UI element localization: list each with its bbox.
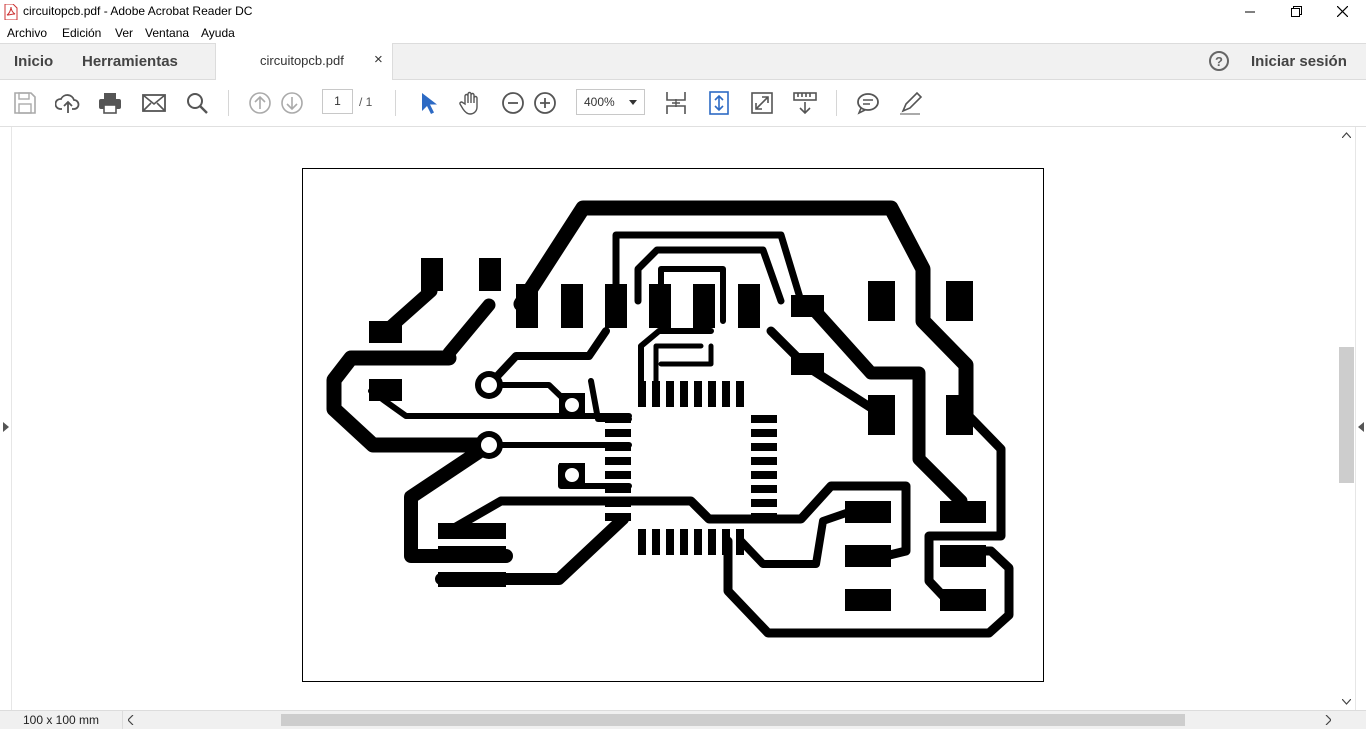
menu-ayuda[interactable]: Ayuda — [201, 26, 235, 40]
restore-button[interactable] — [1273, 0, 1319, 23]
help-button[interactable]: ? — [1209, 51, 1229, 71]
page-total: / 1 — [359, 95, 373, 109]
email-icon[interactable] — [141, 90, 167, 116]
full-screen-icon[interactable] — [749, 90, 775, 116]
zoom-in-icon[interactable] — [532, 90, 558, 116]
tabs-bar: Inicio Herramientas circuitopcb.pdf × ? … — [0, 43, 1366, 80]
horizontal-scroll-thumb[interactable] — [281, 714, 1185, 726]
pdf-app-icon — [4, 4, 18, 20]
scroll-left-icon[interactable] — [128, 715, 134, 725]
menu-edicion[interactable]: Edición — [62, 26, 101, 40]
hand-tool-icon[interactable] — [457, 90, 483, 116]
pen-icon[interactable] — [898, 90, 924, 116]
menu-bar: Archivo Edición Ver Ventana Ayuda — [0, 23, 1366, 43]
print-icon[interactable] — [97, 90, 123, 116]
toolbar-separator — [228, 90, 229, 116]
select-arrow-icon[interactable] — [414, 90, 440, 116]
read-mode-icon[interactable] — [792, 90, 818, 116]
right-panel-toggle[interactable] — [1355, 127, 1366, 710]
scroll-down-icon[interactable] — [1342, 699, 1351, 705]
chevron-down-icon — [629, 100, 637, 105]
expand-left-icon — [3, 422, 9, 432]
zoom-select[interactable]: 400% — [576, 89, 645, 115]
pdf-page — [302, 168, 1044, 682]
close-tab-button[interactable]: × — [374, 51, 383, 68]
pcb-artwork — [326, 200, 1014, 638]
document-tab[interactable]: circuitopcb.pdf × — [215, 43, 393, 80]
window-title: circuitopcb.pdf - Adobe Acrobat Reader D… — [23, 4, 253, 18]
page-size-label: 100 x 100 mm — [0, 711, 123, 729]
zoom-value: 400% — [584, 95, 615, 109]
menu-ver[interactable]: Ver — [115, 26, 133, 40]
minimize-button[interactable] — [1227, 0, 1273, 23]
fit-page-icon[interactable] — [706, 90, 732, 116]
page-number-input[interactable]: 1 — [322, 89, 353, 114]
toolbar: 1 / 1 400% — [0, 80, 1366, 127]
vertical-scroll-thumb[interactable] — [1339, 347, 1354, 483]
upload-icon[interactable] — [55, 90, 81, 116]
close-icon — [1336, 6, 1348, 17]
expand-right-icon — [1358, 422, 1364, 432]
save-icon[interactable] — [12, 90, 38, 116]
search-icon[interactable] — [184, 90, 210, 116]
minimize-icon — [1245, 11, 1255, 12]
signin-link[interactable]: Iniciar sesión — [1251, 53, 1347, 70]
status-bar: 100 x 100 mm — [0, 710, 1366, 729]
menu-archivo[interactable]: Archivo — [7, 26, 47, 40]
nav-home[interactable]: Inicio — [14, 53, 53, 70]
toolbar-separator — [395, 90, 396, 116]
close-window-button[interactable] — [1319, 0, 1365, 23]
scroll-right-icon[interactable] — [1325, 715, 1331, 725]
nav-tools[interactable]: Herramientas — [82, 53, 178, 70]
prev-page-icon[interactable] — [247, 90, 273, 116]
scroll-mode-icon[interactable] — [663, 90, 689, 116]
document-tab-label: circuitopcb.pdf — [260, 53, 344, 68]
next-page-icon[interactable] — [279, 90, 305, 116]
toolbar-separator — [836, 90, 837, 116]
title-bar: circuitopcb.pdf - Adobe Acrobat Reader D… — [0, 0, 1366, 23]
menu-ventana[interactable]: Ventana — [145, 26, 189, 40]
zoom-out-icon[interactable] — [500, 90, 526, 116]
scroll-up-icon[interactable] — [1342, 132, 1351, 138]
left-panel-toggle[interactable] — [0, 127, 12, 710]
comment-icon[interactable] — [855, 90, 881, 116]
restore-icon — [1290, 6, 1302, 17]
